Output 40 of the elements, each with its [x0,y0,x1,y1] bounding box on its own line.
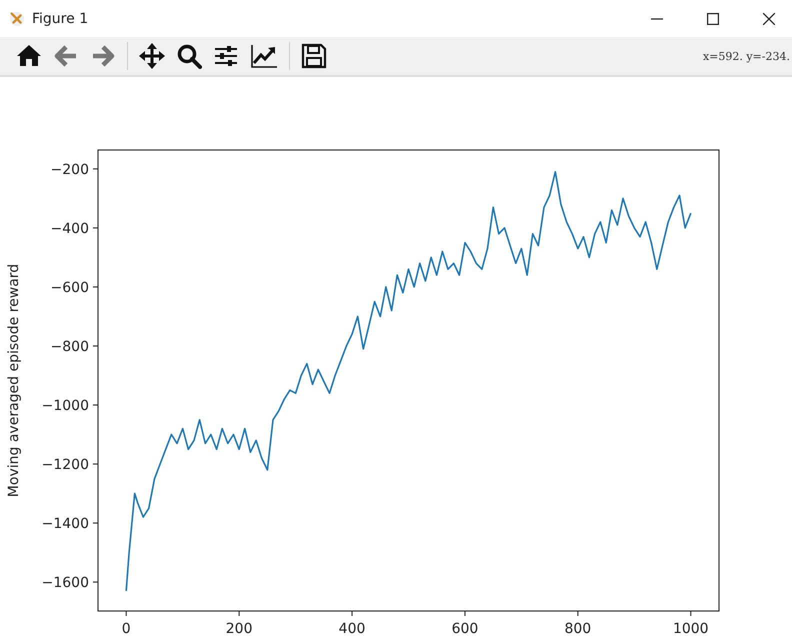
sliders-icon[interactable] [213,43,239,69]
line-chart-icon[interactable] [250,43,278,69]
y-tick [92,522,98,524]
maximize-icon[interactable] [707,12,719,24]
app-icon [8,10,26,28]
y-tick-label: −1400 [42,516,89,532]
window-title: Figure 1 [32,10,88,26]
x-tick-label: 0 [122,621,131,637]
move-icon[interactable] [139,43,165,69]
x-tick-label: 200 [226,621,252,637]
x-tick [577,610,578,616]
y-tick [92,464,98,465]
x-tick-label: 400 [338,621,366,637]
y-tick-label: −200 [50,162,89,178]
x-tick-label: 600 [452,621,478,637]
y-tick-label: −800 [50,338,89,355]
home-icon[interactable] [16,43,42,69]
y-tick-label: −1000 [42,398,89,414]
y-tick [92,582,98,583]
search-icon[interactable] [176,43,202,69]
x-tick [126,610,127,616]
y-tick-label: −600 [50,280,89,296]
x-tick-label: 1000 [672,621,709,637]
save-icon[interactable] [301,43,327,69]
y-tick-label: −1600 [42,575,89,592]
x-tick [238,610,240,616]
x-tick-label: 800 [564,621,592,637]
y-axis-label: Moving averaged episode reward [6,264,22,498]
x-tick [690,610,692,616]
y-tick [92,227,98,228]
y-tick-label: −400 [50,220,89,237]
close-icon[interactable] [763,12,775,24]
cursor-coordinates: x=592. y=-234. [702,50,791,62]
x-tick [464,610,466,616]
x-tick [352,610,353,616]
y-tick [92,404,98,406]
y-tick [92,286,98,288]
y-tick [92,345,98,346]
y-tick-label: −1200 [42,457,89,474]
y-tick [92,168,98,170]
